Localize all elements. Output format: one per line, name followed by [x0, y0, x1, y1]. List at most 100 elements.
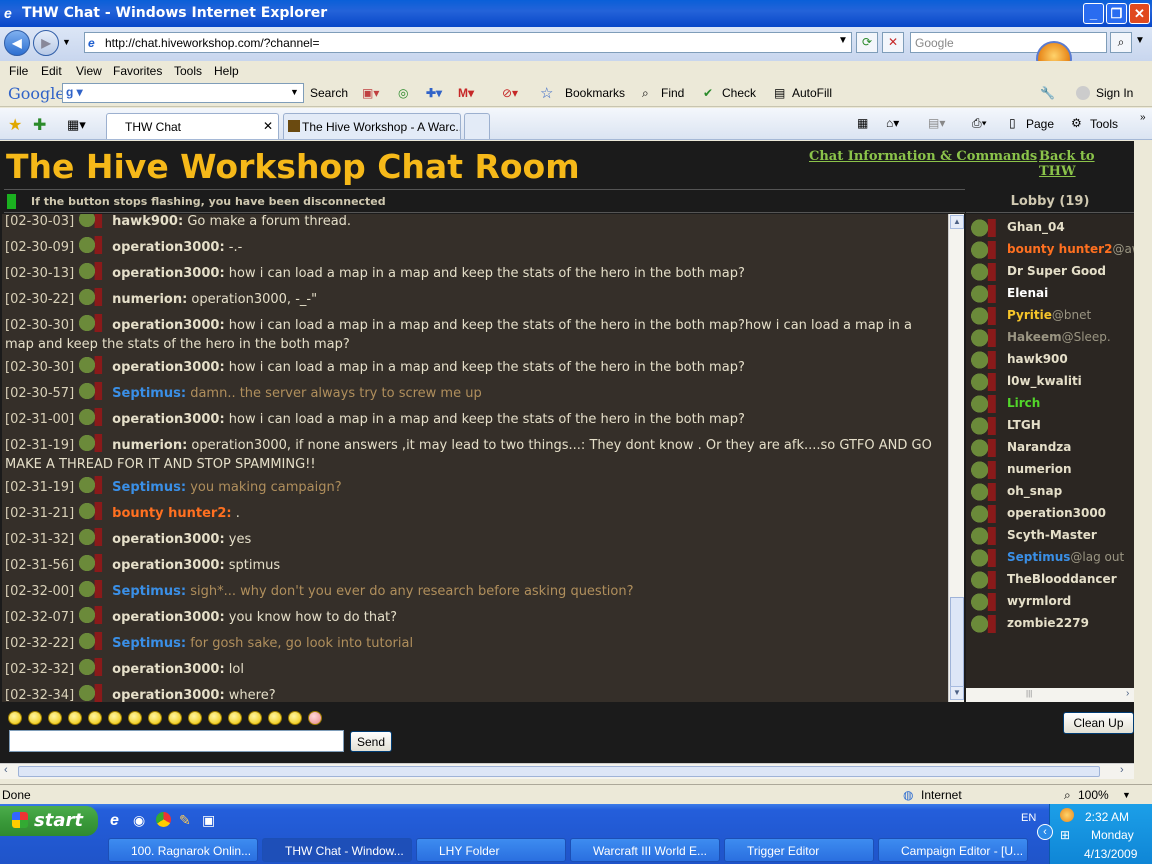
history-dropdown-icon[interactable]: ▼ [62, 37, 71, 47]
scroll-down-icon[interactable]: ▼ [950, 686, 964, 700]
scroll-right-icon[interactable]: › [1120, 764, 1124, 776]
spellcheck-icon[interactable]: ✔ [703, 86, 713, 100]
refresh-icon[interactable]: ⟳ [856, 32, 878, 53]
toolbar-plus-icon[interactable]: ✚▾ [426, 86, 442, 100]
message-username[interactable]: bounty hunter2 [112, 506, 226, 521]
menu-view[interactable]: View [76, 64, 102, 78]
menu-file[interactable]: File [9, 64, 28, 78]
stop-icon[interactable]: ✕ [882, 32, 904, 53]
clock-time[interactable]: 2:32 AM [1085, 810, 1129, 824]
page-horizontal-scrollbar[interactable]: ‹ › [0, 763, 1134, 779]
message-username[interactable]: operation3000 [112, 240, 219, 255]
message-input[interactable] [9, 730, 344, 752]
language-indicator[interactable]: EN [1021, 812, 1036, 824]
smiley-icon[interactable] [268, 711, 282, 725]
app-quicklaunch-icon[interactable]: ✎ [179, 812, 191, 829]
smiley-icon[interactable] [308, 711, 322, 725]
smiley-icon[interactable] [28, 711, 42, 725]
find-button[interactable]: Find [661, 86, 684, 100]
search-icon[interactable]: ⌕ [1110, 32, 1132, 53]
feeds-icon[interactable]: ▦ [857, 116, 868, 130]
message-username[interactable]: operation3000 [112, 610, 219, 625]
smiley-icon[interactable] [248, 711, 262, 725]
check-button[interactable]: Check [722, 86, 756, 100]
maximize-button[interactable]: ❐ [1106, 3, 1127, 24]
tab-thw-chat[interactable]: THW Chat ✕ [106, 113, 279, 139]
user-list-scrollbar[interactable]: ||| › [966, 688, 1134, 702]
add-favorites-icon[interactable]: ✚ [33, 115, 46, 135]
tray-expand-icon[interactable]: ‹ [1037, 824, 1053, 840]
toolbar-icon-picasa[interactable]: ◎ [398, 86, 408, 100]
connection-indicator[interactable] [7, 194, 16, 209]
smiley-icon[interactable] [208, 711, 222, 725]
close-window-button[interactable]: ✕ [1129, 3, 1150, 24]
message-username[interactable]: numerion [112, 438, 182, 453]
chrome-quicklaunch-icon[interactable] [156, 812, 171, 827]
page-menu-button[interactable]: Page [1026, 117, 1054, 131]
smiley-icon[interactable] [88, 711, 102, 725]
menu-favorites[interactable]: Favorites [113, 64, 162, 78]
message-username[interactable]: hawk900 [112, 214, 178, 229]
smiley-icon[interactable] [168, 711, 182, 725]
task-ragnarok[interactable]: 100. Ragnarok Onlin... [108, 838, 258, 862]
page-scroll-thumb[interactable] [18, 766, 1100, 777]
smiley-icon[interactable] [148, 711, 162, 725]
task-trigger-editor[interactable]: Trigger Editor [724, 838, 874, 862]
message-scrollbar[interactable]: ▲ ▼ [948, 214, 964, 702]
smiley-icon[interactable] [288, 711, 302, 725]
zoom-level[interactable]: 100% [1078, 788, 1109, 802]
google-search-button[interactable]: Search [310, 86, 348, 100]
smiley-icon[interactable] [128, 711, 142, 725]
quick-tabs-icon[interactable]: ▦▾ [67, 117, 86, 133]
address-dropdown-icon[interactable]: ▼ [838, 35, 848, 46]
task-campaign-editor[interactable]: Campaign Editor - [U... [878, 838, 1028, 862]
message-username[interactable]: operation3000 [112, 318, 219, 333]
message-username[interactable]: Septimus [112, 636, 181, 651]
chevron-more-icon[interactable]: » [1140, 112, 1146, 123]
ie-quicklaunch-icon[interactable]: e [110, 812, 119, 830]
message-username[interactable]: operation3000 [112, 558, 219, 573]
tray-app-icon[interactable] [1060, 808, 1074, 822]
smiley-icon[interactable] [68, 711, 82, 725]
message-username[interactable]: Septimus [112, 480, 181, 495]
scroll-right-icon[interactable]: › [1126, 688, 1129, 699]
smiley-icon[interactable] [228, 711, 242, 725]
find-icon[interactable]: ⌕ [642, 86, 649, 101]
message-username[interactable]: Septimus [112, 584, 181, 599]
clean-up-button[interactable]: Clean Up [1063, 712, 1134, 734]
media-quicklaunch-icon[interactable]: ◉ [133, 812, 145, 829]
print-icon[interactable]: ⎙▾ [972, 116, 987, 131]
toolbar-icon-news[interactable]: ▣▾ [362, 86, 379, 100]
message-username[interactable]: operation3000 [112, 266, 219, 281]
scroll-left-icon[interactable]: ‹ [4, 764, 8, 776]
search-options-icon[interactable]: ▼ [1135, 35, 1145, 46]
address-input[interactable]: http://chat.hiveworkshop.com/?channel= [84, 32, 852, 53]
google-dropdown-icon[interactable]: ▼ [290, 87, 299, 97]
message-username[interactable]: operation3000 [112, 688, 219, 702]
smiley-icon[interactable] [48, 711, 62, 725]
task-lhy-folder[interactable]: LHY Folder [416, 838, 566, 862]
message-username[interactable]: operation3000 [112, 532, 219, 547]
desktop-quicklaunch-icon[interactable]: ▣ [202, 812, 215, 829]
autofill-button[interactable]: AutoFill [792, 86, 832, 100]
tray-network-icon[interactable]: ⊞ [1060, 828, 1070, 842]
tab-hive-workshop[interactable]: The Hive Workshop - A Warc... [283, 113, 461, 139]
scroll-thumb[interactable] [950, 597, 964, 687]
minimize-button[interactable]: _ [1083, 3, 1104, 24]
task-warcraft-editor[interactable]: Warcraft III World E... [570, 838, 720, 862]
autofill-icon[interactable]: ▤ [774, 86, 785, 100]
send-button[interactable]: Send [350, 731, 392, 752]
message-username[interactable]: operation3000 [112, 662, 219, 677]
close-tab-icon[interactable]: ✕ [263, 119, 273, 133]
toolbar-icon-blocker[interactable]: ⊘▾ [502, 86, 518, 100]
new-tab-button[interactable] [464, 113, 490, 139]
message-username[interactable]: operation3000 [112, 360, 219, 375]
smiley-icon[interactable] [108, 711, 122, 725]
live-search-input[interactable]: Google [910, 32, 1107, 53]
task-thw-chat[interactable]: THW Chat - Window... [262, 838, 412, 862]
message-username[interactable]: operation3000 [112, 412, 219, 427]
bookmarks-star-icon[interactable]: ☆ [540, 84, 553, 102]
menu-edit[interactable]: Edit [41, 64, 62, 78]
favorites-star-icon[interactable]: ★ [8, 115, 22, 135]
smiley-icon[interactable] [8, 711, 22, 725]
